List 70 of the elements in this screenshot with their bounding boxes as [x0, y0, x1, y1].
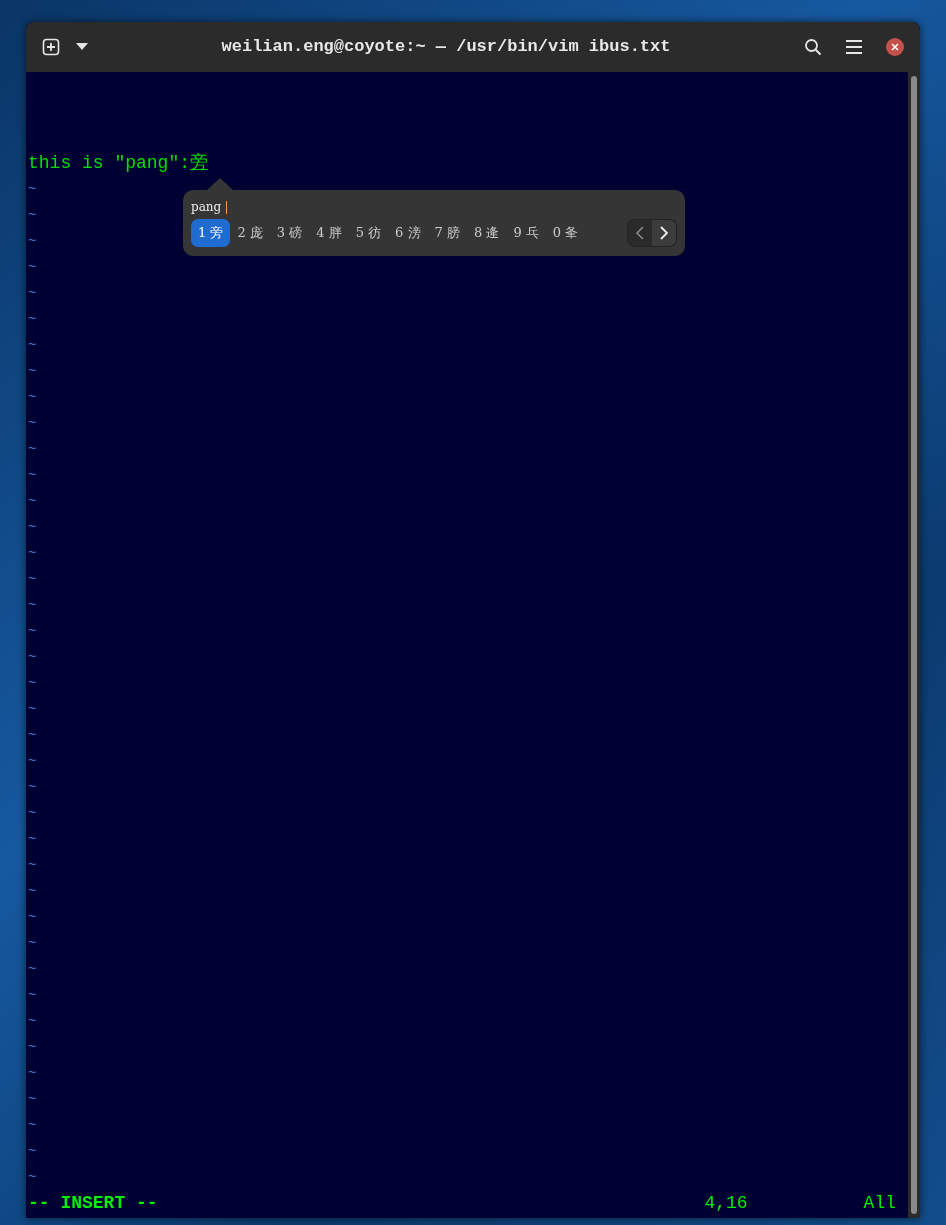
empty-line-marker: ~: [28, 700, 37, 719]
editor-area[interactable]: this is "pang":旁 ~ ~ ~ ~ ~ ~ ~ ~ ~ ~ ~ ~ ~ ~ ~ ~ ~ ~ ~ ~ ~ ~ ~ ~ ~ ~ ~ ~ ~ ~ ~ ~ ~ ~ ~ ~ ~ ~ ~ -- INSERT -- 4,16 All pang 1 旁 2 庞 3 磅 4 胖 5 彷 6 滂 7 膀 8 逄 9 乓 0 夆: [26, 72, 908, 1218]
empty-line-marker: ~: [28, 232, 37, 251]
empty-line-marker: ~: [28, 908, 37, 927]
buffer-line: this is "pang":: [28, 152, 191, 175]
candidate[interactable]: 4 胖: [309, 219, 349, 247]
candidate[interactable]: 2 庞: [230, 219, 270, 247]
empty-line-marker: ~: [28, 1116, 37, 1135]
scroll-position: All: [863, 1192, 896, 1215]
candidate[interactable]: 8 逄: [466, 219, 507, 247]
next-page-button[interactable]: [652, 220, 676, 246]
scrollbar[interactable]: [908, 72, 920, 1218]
empty-line-marker: ~: [28, 362, 37, 381]
empty-line-marker: ~: [28, 830, 37, 849]
empty-line-marker: ~: [28, 388, 37, 407]
empty-line-marker: ~: [28, 310, 37, 329]
empty-line-marker: ~: [28, 440, 37, 459]
empty-line-marker: ~: [28, 726, 37, 745]
empty-line-marker: ~: [28, 960, 37, 979]
candidate[interactable]: 0 夆: [545, 219, 586, 247]
ime-preedit: pang: [191, 200, 222, 214]
empty-line-marker: ~: [28, 596, 37, 615]
empty-line-marker: ~: [28, 544, 37, 563]
text-cursor-icon: [226, 200, 228, 214]
chevron-left-icon: [636, 226, 644, 240]
empty-line-marker: ~: [28, 986, 37, 1005]
search-icon[interactable]: [804, 38, 822, 56]
empty-line-marker: ~: [28, 1142, 37, 1161]
candidate[interactable]: 7 膀: [427, 219, 467, 247]
empty-line-marker: ~: [28, 466, 37, 485]
cursor-position: 4,16: [704, 1192, 748, 1215]
empty-line-marker: ~: [28, 882, 37, 901]
empty-line-marker: ~: [28, 752, 37, 771]
candidate[interactable]: 9 乓: [506, 219, 546, 247]
candidate[interactable]: 3 磅: [269, 219, 310, 247]
empty-line-marker: ~: [28, 1012, 37, 1031]
empty-line-marker: ~: [28, 206, 37, 225]
empty-line-marker: ~: [28, 336, 37, 355]
candidate[interactable]: 6 滂: [388, 219, 428, 247]
candidate[interactable]: 5 彷: [348, 219, 389, 247]
dropdown-caret-icon[interactable]: [76, 43, 88, 51]
empty-line-marker: ~: [28, 284, 37, 303]
mode-indicator: -- INSERT --: [28, 1192, 158, 1215]
empty-line-marker: ~: [28, 180, 37, 199]
empty-line-marker: ~: [28, 518, 37, 537]
close-button[interactable]: [886, 38, 904, 56]
empty-line-marker: ~: [28, 778, 37, 797]
empty-line-marker: ~: [28, 1038, 37, 1057]
empty-line-marker: ~: [28, 570, 37, 589]
empty-line-marker: ~: [28, 1090, 37, 1109]
empty-line-marker: ~: [28, 648, 37, 667]
empty-line-marker: ~: [28, 856, 37, 875]
empty-line-marker: ~: [28, 492, 37, 511]
empty-line-marker: ~: [28, 622, 37, 641]
empty-line-marker: ~: [28, 934, 37, 953]
empty-line-marker: ~: [28, 1168, 37, 1187]
menu-icon[interactable]: [846, 40, 862, 54]
chevron-right-icon: [660, 226, 668, 240]
empty-line-marker: ~: [28, 804, 37, 823]
scrollbar-thumb[interactable]: [911, 76, 917, 1214]
popup-pointer-icon: [207, 178, 233, 190]
empty-line-marker: ~: [28, 414, 37, 433]
empty-line-marker: ~: [28, 1064, 37, 1083]
empty-line-marker: ~: [28, 674, 37, 693]
preedit-text: 旁: [190, 152, 209, 175]
empty-line-marker: ~: [28, 258, 37, 277]
new-tab-icon[interactable]: [42, 38, 60, 56]
candidate[interactable]: 1 旁: [191, 219, 231, 247]
window-title: weilian.eng@coyote:~ — /usr/bin/vim ibus.txt: [221, 36, 671, 59]
close-icon: [891, 43, 899, 51]
